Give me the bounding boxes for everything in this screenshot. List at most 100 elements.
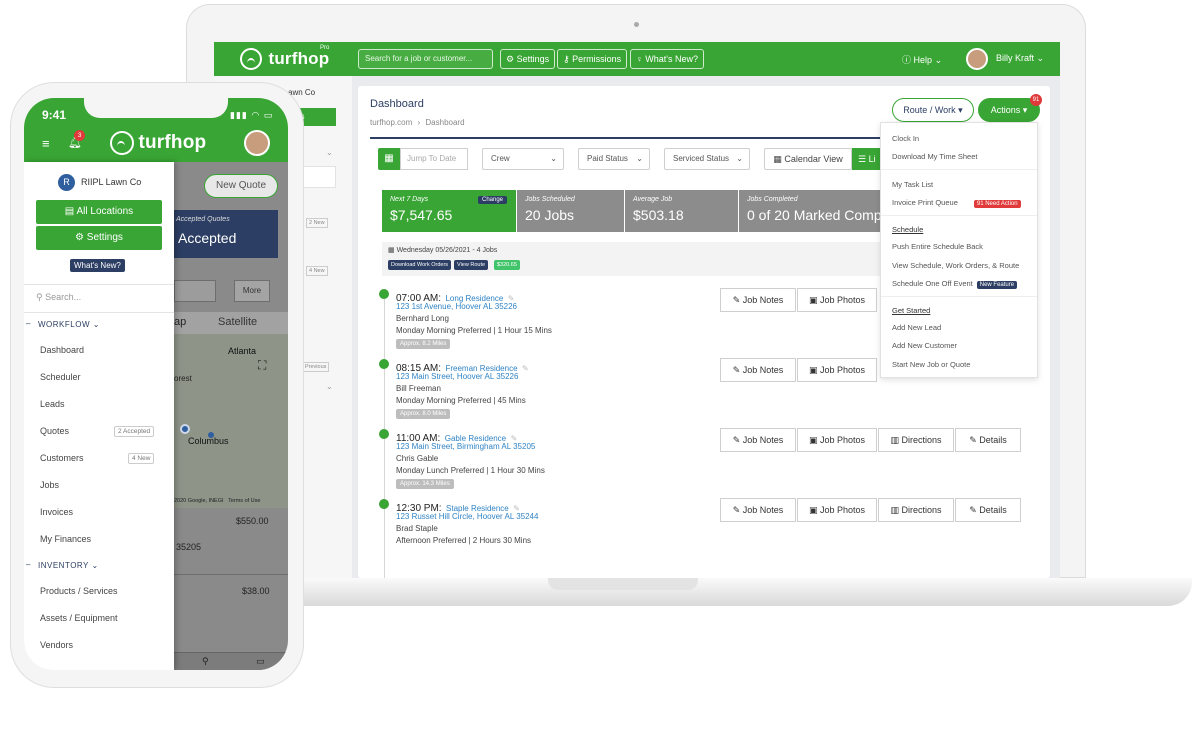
stat-jobs-completed: Jobs Completed 0 of 20 Marked Complete xyxy=(738,190,880,232)
invoice-queue-label: Invoice Print Queue xyxy=(892,198,958,207)
hamburger-menu-icon[interactable]: ≡ xyxy=(42,136,50,151)
help-menu[interactable]: ⓘ Help ⌄ xyxy=(902,53,942,66)
job-photos-button[interactable]: ▣ Job Photos xyxy=(797,358,877,382)
phone-user-avatar[interactable] xyxy=(244,130,270,156)
company-name[interactable]: RIIPL Lawn Co xyxy=(81,177,141,187)
map-pin-icon[interactable] xyxy=(180,424,190,434)
all-locations-button[interactable]: ▤ All Locations xyxy=(36,200,162,224)
nav-my-finances[interactable]: My Finances xyxy=(40,534,91,544)
route-work-button[interactable]: Route / Work ▾ xyxy=(892,98,974,122)
dropdown-push-schedule[interactable]: Push Entire Schedule Back xyxy=(892,242,983,251)
brand-logo[interactable]: turfhop Pro xyxy=(240,45,329,70)
details-button[interactable]: ✎ Details xyxy=(955,428,1021,452)
map-pin-icon[interactable] xyxy=(208,432,214,438)
workflow-section[interactable]: WORKFLOW ⌄ xyxy=(38,320,100,329)
dropdown-view-schedule[interactable]: View Schedule, Work Orders, & Route xyxy=(892,261,1019,270)
drawer-search[interactable]: ⚲ Search... xyxy=(36,292,81,303)
crew-select-label: Crew xyxy=(491,154,510,163)
job-address-link[interactable]: 123 1st Avenue, Hoover AL 35226 xyxy=(396,302,517,311)
calendar-view-button[interactable]: ▦ Calendar View xyxy=(764,148,852,170)
download-work-orders-button[interactable]: Download Work Orders xyxy=(388,260,452,270)
more-button[interactable]: More xyxy=(234,280,270,302)
nav-vendors[interactable]: Vendors xyxy=(40,640,73,650)
job-address-link[interactable]: 123 Main Street, Birmingham AL 35205 xyxy=(396,442,535,451)
user-avatar[interactable] xyxy=(966,48,988,70)
view-route-button[interactable]: View Route xyxy=(454,260,489,270)
job-notes-button[interactable]: ✎ Job Notes xyxy=(720,358,796,382)
stat-average-job: Average Job $503.18 xyxy=(624,190,738,232)
job-notes-button[interactable]: ✎ Job Notes xyxy=(720,428,796,452)
dropdown-download-timesheet[interactable]: Download My Time Sheet xyxy=(892,152,977,161)
directions-button[interactable]: ▥ Directions xyxy=(878,498,954,522)
nav-dashboard[interactable]: Dashboard xyxy=(40,345,84,355)
nav-leads[interactable]: Leads xyxy=(40,399,65,409)
job-address-link[interactable]: 123 Russet Hill Circle, Hoover AL 35244 xyxy=(396,512,538,521)
paid-status-select[interactable]: Paid Status ⌄ xyxy=(578,148,650,170)
inventory-section[interactable]: INVENTORY ⌄ xyxy=(38,561,99,570)
nav-quotes[interactable]: Quotes xyxy=(40,426,69,436)
nav-jobs[interactable]: Jobs xyxy=(40,480,59,490)
company-avatar: R xyxy=(58,174,75,191)
dropdown-clock-in[interactable]: Clock In xyxy=(892,134,919,143)
nav-scheduler[interactable]: Scheduler xyxy=(40,372,81,382)
collapse-chevron-icon[interactable]: ⌄ xyxy=(326,382,333,391)
job-photos-label: Job Photos xyxy=(820,295,866,305)
permissions-button[interactable]: ⚷ Permissions xyxy=(557,49,628,69)
nav-products-services[interactable]: Products / Services xyxy=(40,586,118,596)
dropdown-start-job[interactable]: Start New Job or Quote xyxy=(892,360,970,369)
phone-brand-name: turfhop xyxy=(138,132,207,153)
map-tab[interactable]: ap xyxy=(174,316,186,328)
user-menu[interactable]: Billy Kraft ⌄ xyxy=(996,53,1044,64)
details-button[interactable]: ✎ Details xyxy=(955,498,1021,522)
change-button[interactable]: Change xyxy=(478,196,508,204)
location-pin-icon[interactable]: ⚲ xyxy=(202,656,209,667)
invoice-icon[interactable]: ▭ xyxy=(256,656,265,667)
image-icon: ▣ xyxy=(808,295,818,305)
job-photos-button[interactable]: ▣ Job Photos xyxy=(797,498,877,522)
dropdown-add-lead[interactable]: Add New Lead xyxy=(892,323,941,332)
stat-jobs-scheduled: Jobs Scheduled 20 Jobs xyxy=(516,190,624,232)
directions-label: Directions xyxy=(901,435,942,445)
map-terms-link[interactable]: Terms of Use xyxy=(228,498,260,504)
stat-next-7-days: Next 7 Days $7,547.65 Change xyxy=(382,190,516,232)
dropdown-invoice-queue[interactable]: Invoice Print Queue 91 Need Action xyxy=(892,198,1021,208)
dropdown-one-off-event[interactable]: Schedule One Off Event New Feature xyxy=(892,279,1018,289)
nav-invoices[interactable]: Invoices xyxy=(40,507,73,517)
phone-brand-logo[interactable]: turfhop xyxy=(110,131,206,155)
calendar-icon[interactable]: ▦ xyxy=(378,148,400,170)
job-item: 12:30 PM: Staple Residence ✎ 123 Russet … xyxy=(358,496,1050,562)
phone-whats-new-button[interactable]: What's New? xyxy=(70,259,125,272)
map-view[interactable]: ap Satellite Atlanta orest Columbus ⛶ 20… xyxy=(174,312,288,508)
edit-pencil-icon[interactable]: ✎ xyxy=(522,364,529,373)
job-notes-button[interactable]: ✎ Job Notes xyxy=(720,498,796,522)
nav-customers[interactable]: Customers xyxy=(40,453,84,463)
fullscreen-icon[interactable]: ⛶ xyxy=(258,358,266,373)
dropdown-get-started-heading: Get Started xyxy=(892,306,931,315)
breadcrumb-root[interactable]: turfhop.com xyxy=(370,118,412,127)
directions-button[interactable]: ▥ Directions xyxy=(878,428,954,452)
settings-button[interactable]: ⚙ Settings xyxy=(500,49,556,69)
search-input[interactable]: Search for a job or customer... xyxy=(358,49,493,69)
crew-select[interactable]: Crew ⌄ xyxy=(482,148,564,170)
satellite-tab[interactable]: Satellite xyxy=(218,316,257,328)
job-customer: Bernhard Long xyxy=(396,314,449,323)
job-photos-button[interactable]: ▣ Job Photos xyxy=(797,428,877,452)
list-view-button[interactable]: ☰ Li xyxy=(852,148,882,170)
whats-new-button[interactable]: ♀ What's New? xyxy=(630,49,704,69)
job-address-link[interactable]: 123 Main Street, Hoover AL 35226 xyxy=(396,372,518,381)
dropdown-add-customer[interactable]: Add New Customer xyxy=(892,341,957,350)
behind-search-box[interactable] xyxy=(174,280,216,302)
collapse-chevron-icon[interactable]: ⌄ xyxy=(326,148,333,157)
new-quote-button[interactable]: New Quote xyxy=(204,174,278,198)
phone-settings-button[interactable]: ⚙ Settings xyxy=(36,226,162,250)
sidebar-badge: Previous xyxy=(302,362,330,372)
job-notes-button[interactable]: ✎ Job Notes xyxy=(720,288,796,312)
job-photos-button[interactable]: ▣ Job Photos xyxy=(797,288,877,312)
stat-value: $503.18 xyxy=(633,207,684,223)
serviced-status-select[interactable]: Serviced Status ⌄ xyxy=(664,148,750,170)
jump-to-date-input[interactable]: Jump To Date xyxy=(400,148,468,170)
nav-assets-equipment[interactable]: Assets / Equipment xyxy=(40,613,118,623)
search-icon: ⚲ xyxy=(36,292,43,302)
dropdown-task-list[interactable]: My Task List xyxy=(892,180,933,189)
job-item: 11:00 AM: Gable Residence ✎ 123 Main Str… xyxy=(358,426,1050,492)
